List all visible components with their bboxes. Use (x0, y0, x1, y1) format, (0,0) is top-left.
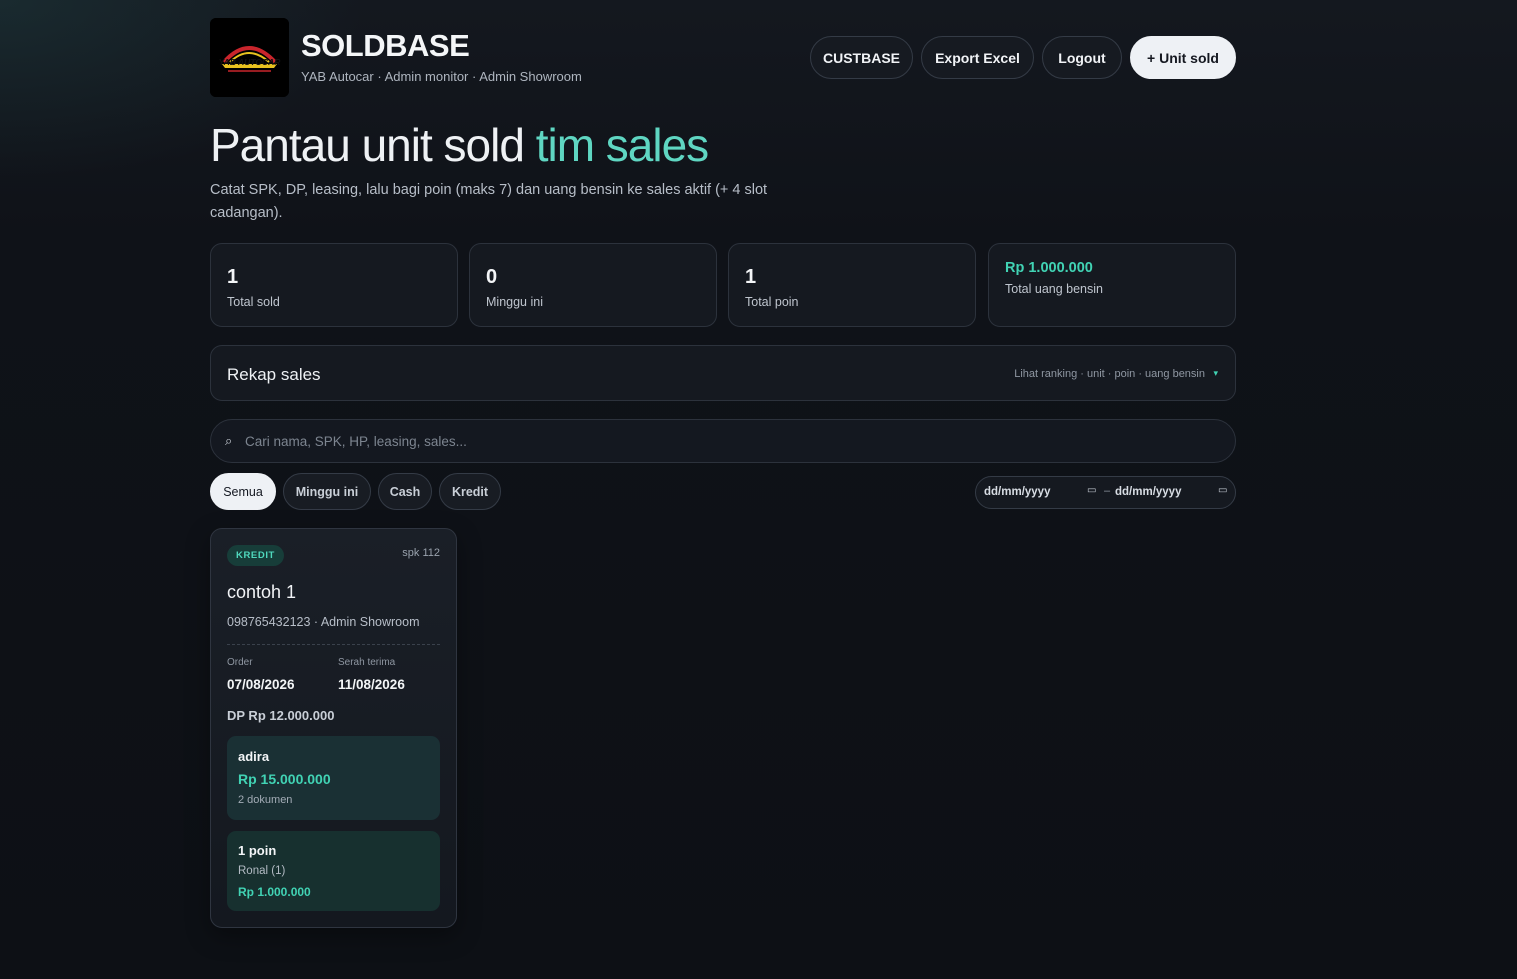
search-icon: ⌕ (225, 433, 233, 448)
search-bar: ⌕ (210, 419, 1236, 463)
custbase-button[interactable]: CUSTBASE (810, 36, 913, 79)
date-to-input[interactable]: dd/mm/yyyy (1115, 486, 1181, 498)
car-logo-icon: YAB AUTOCAR (210, 18, 289, 97)
export-excel-button[interactable]: Export Excel (921, 36, 1034, 79)
stat-value: 1 (227, 266, 239, 288)
page-title-accent: tim sales (535, 119, 709, 171)
stat-label: Total poin (745, 295, 799, 309)
caret-down-icon: ▾ (1213, 368, 1218, 378)
add-unit-sold-button[interactable]: + Unit sold (1130, 36, 1236, 79)
rekap-title: Rekap sales (227, 365, 321, 384)
points-box: 1 poin Ronal (1) Rp 1.000.000 (227, 831, 440, 911)
page-title-main: Pantau unit sold (210, 119, 536, 171)
logo-text: YAB AUTOCAR (219, 57, 282, 67)
order-label: Order (227, 657, 253, 668)
date-range-separator: – (1104, 485, 1111, 497)
customer-name: contoh 1 (227, 582, 297, 602)
filter-cash[interactable]: Cash (378, 473, 432, 510)
payment-type-badge: KREDIT (227, 545, 284, 566)
stat-value: Rp 1.000.000 (1005, 260, 1093, 276)
brand-logo: YAB AUTOCAR (210, 18, 289, 97)
stat-label: Total sold (227, 295, 280, 309)
calendar-icon[interactable]: ▭ (1218, 485, 1227, 496)
points-sales: Ronal (1) (238, 865, 286, 877)
leasing-name: adira (238, 749, 270, 764)
stat-value: 1 (745, 266, 757, 288)
rekap-sales-toggle[interactable]: Rekap sales Lihat ranking · unit · poin … (210, 345, 1236, 401)
points-amount: Rp 1.000.000 (238, 885, 311, 899)
handover-date: 11/08/2026 (338, 677, 405, 692)
brand-title: SOLDBASE (301, 28, 470, 63)
card-divider (227, 644, 440, 645)
filter-minggu-ini[interactable]: Minggu ini (283, 473, 371, 510)
stat-total-poin: 1 Total poin (728, 243, 976, 327)
search-input[interactable] (245, 420, 1205, 462)
stat-value: 0 (486, 266, 498, 288)
stat-minggu-ini: 0 Minggu ini (469, 243, 717, 327)
leasing-box: adira Rp 15.000.000 2 dokumen (227, 736, 440, 820)
page-title: Pantau unit sold tim sales (210, 118, 709, 172)
filter-semua[interactable]: Semua (210, 473, 276, 510)
brand-subtitle: YAB Autocar · Admin monitor · Admin Show… (301, 69, 582, 84)
stat-total-uang-bensin: Rp 1.000.000 Total uang bensin (988, 243, 1236, 327)
spk-number: spk 112 (402, 547, 440, 559)
down-payment: DP Rp 12.000.000 (227, 708, 335, 723)
app-header: YAB AUTOCAR SOLDBASE YAB Autocar · Admin… (210, 18, 1236, 98)
calendar-icon[interactable]: ▭ (1087, 485, 1096, 496)
handover-label: Serah terima (338, 657, 396, 668)
stat-total-sold: 1 Total sold (210, 243, 458, 327)
date-from-input[interactable]: dd/mm/yyyy (984, 486, 1050, 498)
filter-kredit[interactable]: Kredit (439, 473, 501, 510)
leasing-docs: 2 dokumen (238, 794, 293, 806)
stat-label: Total uang bensin (1005, 282, 1103, 296)
order-date: 07/08/2026 (227, 677, 295, 692)
customer-meta: 098765432123 · Admin Showroom (227, 615, 420, 629)
page-description: Catat SPK, DP, leasing, lalu bagi poin (… (210, 182, 768, 221)
points-title: 1 poin (238, 843, 277, 858)
stat-label: Minggu ini (486, 295, 543, 309)
logout-button[interactable]: Logout (1042, 36, 1122, 79)
sale-card[interactable]: KREDIT spk 112 contoh 1 098765432123 · A… (210, 528, 457, 928)
date-range-filter: dd/mm/yyyy ▭ – dd/mm/yyyy ▭ (975, 476, 1236, 509)
rekap-hint: Lihat ranking · unit · poin · uang bensi… (1014, 368, 1205, 380)
leasing-amount: Rp 15.000.000 (238, 771, 331, 787)
